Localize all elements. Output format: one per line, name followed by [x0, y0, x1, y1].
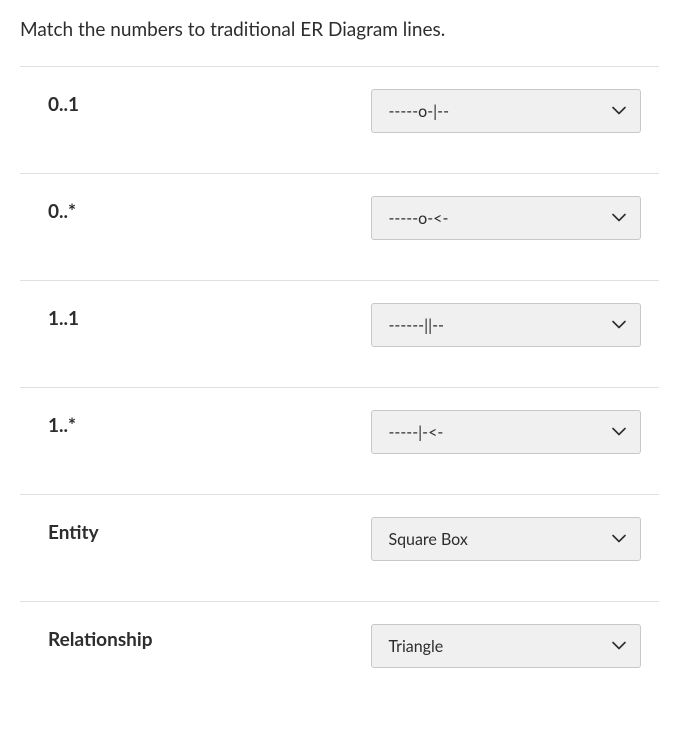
match-row: Entity Square Box	[20, 494, 659, 601]
match-select[interactable]: -----o-<-	[371, 196, 641, 240]
match-row: Relationship Triangle	[20, 601, 659, 708]
match-select[interactable]: -----|-<-	[371, 410, 641, 454]
match-label: Relationship	[20, 624, 371, 651]
match-select-wrap: ------||--	[371, 303, 659, 347]
match-row: 1..1 ------||--	[20, 280, 659, 387]
chevron-down-icon	[612, 428, 626, 437]
chevron-down-icon	[612, 642, 626, 651]
select-value: Triangle	[388, 637, 443, 656]
match-row: 0..1 -----o-|--	[20, 66, 659, 173]
match-label: 0..*	[20, 196, 371, 223]
match-table: 0..1 -----o-|-- 0..* -----o-<- 1..1	[20, 66, 659, 708]
match-label: 0..1	[20, 89, 371, 116]
select-value: ------||--	[388, 316, 444, 335]
match-select[interactable]: Triangle	[371, 624, 641, 668]
match-select[interactable]: Square Box	[371, 517, 641, 561]
chevron-down-icon	[612, 107, 626, 116]
select-value: Square Box	[388, 530, 467, 549]
match-row: 1..* -----|-<-	[20, 387, 659, 494]
match-select-wrap: Triangle	[371, 624, 659, 668]
chevron-down-icon	[612, 214, 626, 223]
match-label: Entity	[20, 517, 371, 544]
match-select[interactable]: -----o-|--	[371, 89, 641, 133]
match-select[interactable]: ------||--	[371, 303, 641, 347]
match-row: 0..* -----o-<-	[20, 173, 659, 280]
select-value: -----o-<-	[388, 209, 448, 228]
question-title: Match the numbers to traditional ER Diag…	[20, 18, 659, 41]
match-select-wrap: Square Box	[371, 517, 659, 561]
chevron-down-icon	[612, 535, 626, 544]
select-value: -----|-<-	[388, 423, 443, 442]
match-select-wrap: -----o-|--	[371, 89, 659, 133]
select-value: -----o-|--	[388, 102, 449, 121]
match-select-wrap: -----|-<-	[371, 410, 659, 454]
match-select-wrap: -----o-<-	[371, 196, 659, 240]
match-label: 1..*	[20, 410, 371, 437]
chevron-down-icon	[612, 321, 626, 330]
match-label: 1..1	[20, 303, 371, 330]
